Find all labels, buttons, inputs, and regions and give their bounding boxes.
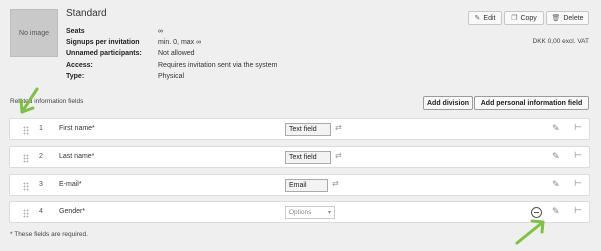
annotation-arrow-remove <box>515 219 545 245</box>
annotation-arrow-handle <box>19 87 39 114</box>
annotation-arrows <box>19 87 545 245</box>
